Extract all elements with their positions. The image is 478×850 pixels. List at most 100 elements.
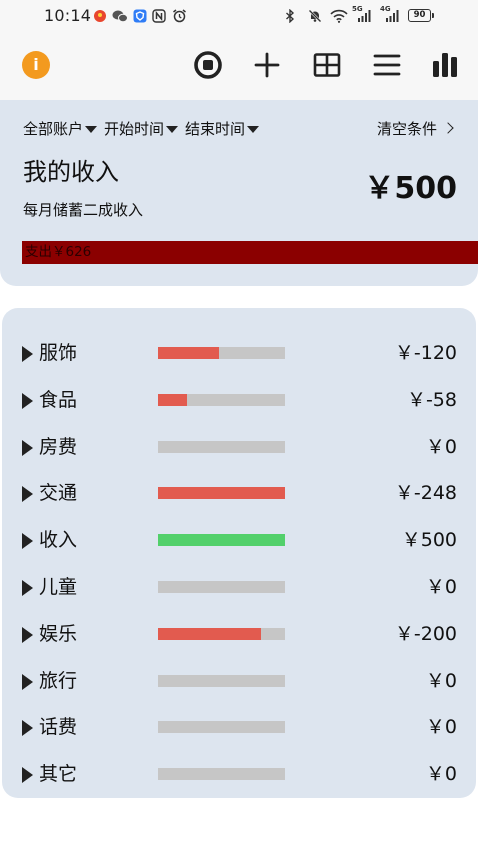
expand-triangle-icon[interactable] — [22, 767, 33, 784]
category-name: 收入 — [39, 529, 78, 552]
category-amount: ￥0 — [425, 763, 457, 786]
category-row[interactable]: 其它 ￥0 — [2, 751, 476, 798]
category-bar — [158, 580, 285, 593]
category-list: 服饰 ￥-120 食品 ￥-58 房费 ￥0 交通 ￥-248 收入 ￥500 儿童 ￥0 娱乐 ￥-20… — [2, 308, 476, 798]
list-menu-button[interactable] — [372, 50, 402, 80]
battery-level: 90 — [413, 10, 426, 20]
alarm-icon — [172, 9, 186, 23]
category-bar — [158, 534, 285, 547]
category-name: 服饰 — [39, 342, 78, 364]
category-amount: ￥0 — [425, 575, 457, 598]
end-time-filter-label: 结束时间 — [185, 119, 246, 138]
wifi-icon — [330, 9, 348, 23]
menu-icon — [373, 54, 401, 76]
category-row[interactable]: 儿童 ￥0 — [2, 564, 476, 611]
category-bar-fill — [158, 487, 285, 500]
category-name: 其它 — [39, 763, 78, 786]
category-name: 儿童 — [39, 575, 78, 598]
category-row[interactable]: 娱乐 ￥-200 — [2, 611, 476, 658]
category-name: 话费 — [39, 716, 78, 739]
expense-label: 支出￥626 — [25, 244, 92, 260]
signal-4g-icon: 4G — [380, 6, 404, 24]
shield-app-icon — [133, 9, 147, 23]
budget-description: 每月储蓄二成收入 — [23, 201, 144, 219]
category-amount: ￥0 — [425, 669, 457, 692]
expand-triangle-icon[interactable] — [22, 673, 33, 690]
category-amount: ￥0 — [425, 435, 457, 458]
category-bar — [158, 487, 285, 500]
expand-triangle-icon[interactable] — [22, 486, 33, 503]
start-time-filter[interactable]: 开始时间 — [104, 118, 179, 138]
expand-triangle-icon[interactable] — [22, 626, 33, 643]
caret-down-icon — [247, 125, 260, 133]
category-amount: ￥-120 — [394, 342, 457, 364]
summary-card: 全部账户 开始时间 结束时间 清空条件 我的收入 每月储蓄二成收入 ￥500 支… — [0, 100, 478, 286]
account-filter[interactable]: 全部账户 — [23, 118, 98, 138]
add-button[interactable] — [252, 50, 282, 80]
category-row[interactable]: 话费 ￥0 — [2, 704, 476, 751]
info-button[interactable]: i — [22, 51, 50, 79]
grid-icon — [313, 53, 341, 77]
category-amount: ￥0 — [425, 716, 457, 739]
expand-triangle-icon[interactable] — [22, 439, 33, 456]
bluetooth-icon — [285, 9, 299, 23]
category-name: 旅行 — [39, 669, 78, 692]
category-amount: ￥-248 — [394, 482, 457, 505]
category-row[interactable]: 房费 ￥0 — [2, 424, 476, 471]
plus-icon — [254, 52, 280, 78]
chevron-right-icon — [442, 122, 454, 134]
category-bar — [158, 440, 285, 453]
category-bar-fill — [158, 627, 261, 640]
top-bar: 10:14 5G 4G 90 i — [0, 0, 478, 100]
total-amount: ￥500 — [364, 171, 457, 206]
category-amount: ￥500 — [401, 529, 457, 552]
stop-button[interactable] — [193, 50, 223, 80]
end-time-filter[interactable]: 结束时间 — [185, 118, 260, 138]
nfc-icon — [152, 9, 166, 23]
category-row[interactable]: 交通 ￥-248 — [2, 470, 476, 517]
signal-5g-icon: 5G — [352, 6, 376, 24]
status-bar: 10:14 5G 4G 90 — [0, 0, 478, 32]
category-name: 交通 — [39, 482, 78, 505]
clear-filters-label: 清空条件 — [376, 119, 437, 138]
bar-chart-icon — [433, 53, 457, 77]
expand-triangle-icon[interactable] — [22, 346, 33, 362]
clear-filters-button[interactable]: 清空条件 — [376, 118, 454, 138]
app-notification-icon — [93, 9, 107, 23]
grid-view-button[interactable] — [312, 50, 342, 80]
expand-triangle-icon[interactable] — [22, 720, 33, 737]
category-name: 食品 — [39, 388, 78, 411]
caret-down-icon — [166, 125, 179, 133]
category-bar-fill — [158, 347, 219, 359]
chart-button[interactable] — [430, 50, 460, 80]
mute-icon — [308, 9, 322, 23]
category-bar — [158, 721, 285, 734]
stop-icon — [194, 51, 222, 79]
category-amount: ￥-58 — [406, 388, 457, 411]
expand-triangle-icon[interactable] — [22, 579, 33, 596]
category-name: 娱乐 — [39, 622, 78, 645]
category-row[interactable]: 服饰 ￥-120 — [2, 330, 476, 377]
battery-icon: 90 — [408, 9, 434, 22]
category-bar — [158, 347, 285, 359]
wechat-icon — [112, 9, 128, 23]
info-icon: i — [33, 55, 39, 74]
category-bar-fill — [158, 393, 188, 406]
category-bar — [158, 768, 285, 781]
caret-down-icon — [85, 125, 98, 133]
start-time-filter-label: 开始时间 — [104, 119, 165, 138]
account-filter-label: 全部账户 — [23, 119, 84, 138]
category-bar — [158, 674, 285, 687]
category-row[interactable]: 食品 ￥-58 — [2, 377, 476, 424]
category-bar — [158, 393, 285, 406]
category-row[interactable]: 旅行 ￥0 — [2, 658, 476, 705]
category-name: 房费 — [39, 435, 78, 458]
expense-bar: 支出￥626 — [22, 241, 478, 264]
category-bar — [158, 627, 285, 640]
expand-triangle-icon[interactable] — [22, 392, 33, 409]
expand-triangle-icon[interactable] — [22, 533, 33, 550]
category-row[interactable]: 收入 ￥500 — [2, 517, 476, 564]
category-bar-fill — [158, 534, 285, 547]
clock: 10:14 — [44, 6, 92, 25]
toolbar: i — [0, 32, 478, 100]
